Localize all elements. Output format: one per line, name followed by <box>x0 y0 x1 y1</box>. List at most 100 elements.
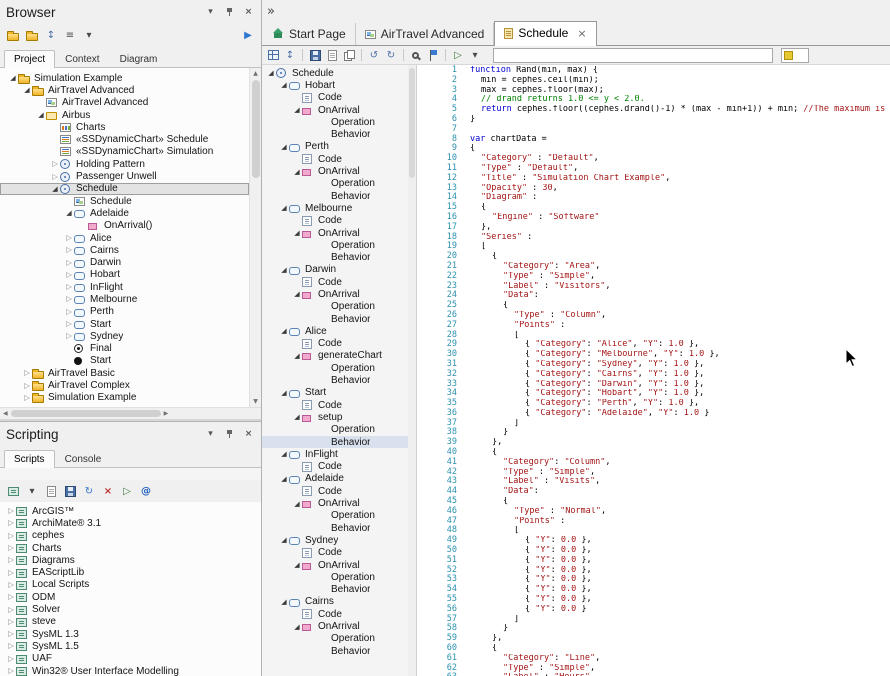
play-icon[interactable]: ▷ <box>451 48 465 63</box>
code-line[interactable]: 61"Category": "Line", <box>417 654 890 664</box>
structure-tree-item[interactable]: Operation <box>262 633 416 645</box>
expander-closed-icon[interactable]: ▷ <box>50 159 60 169</box>
expander-closed-icon[interactable]: ▷ <box>6 641 16 651</box>
code-line[interactable]: 53{ "Y": 0.0 }, <box>417 575 890 585</box>
structure-tree-item[interactable]: Behavior <box>262 313 416 325</box>
menu-dropdown-icon[interactable]: ▾ <box>82 28 96 43</box>
code-line[interactable]: 22"Type" : "Simple", <box>417 272 890 282</box>
script-group-item[interactable]: ▷Diagrams <box>0 554 261 566</box>
expander-open-icon[interactable]: ◢ <box>292 412 302 422</box>
console-icon[interactable]: @ <box>139 484 153 499</box>
browser-tree-item[interactable]: ◢Airbus <box>0 109 249 121</box>
expander-closed-icon[interactable]: ▷ <box>6 506 16 516</box>
expander-closed-icon[interactable]: ▷ <box>6 568 16 578</box>
code-line[interactable]: 5return cephes.floor((cephes.drand()-1) … <box>417 105 890 115</box>
code-line[interactable]: 51{ "Y": 0.0 }, <box>417 556 890 566</box>
close-icon[interactable]: × <box>242 428 255 441</box>
structure-tree-item[interactable]: Code <box>262 338 416 350</box>
expander-closed-icon[interactable]: ▷ <box>6 629 16 639</box>
code-line[interactable]: 17}, <box>417 223 890 233</box>
browser-tree-item[interactable]: ▷Cairns <box>0 244 249 256</box>
save-icon[interactable] <box>308 48 322 63</box>
structure-tree-item[interactable]: Behavior <box>262 190 416 202</box>
script-group-item[interactable]: ▷ArchiMate® 3.1 <box>0 517 261 529</box>
expander-open-icon[interactable]: ◢ <box>292 228 302 238</box>
dropdown-icon[interactable]: ▾ <box>25 484 39 499</box>
script-group-item[interactable]: ▷ODM <box>0 591 261 603</box>
expander-closed-icon[interactable]: ▷ <box>64 245 74 255</box>
scrollbar-thumb[interactable] <box>252 80 260 178</box>
browser-tree-item[interactable]: Final <box>0 343 249 355</box>
structure-tree-item[interactable]: ◢OnArrival <box>262 497 416 509</box>
expander-closed-icon[interactable]: ▷ <box>64 294 74 304</box>
code-line[interactable]: 32{ "Category": "Cairns", "Y": 1.0 }, <box>417 370 890 380</box>
expander-open-icon[interactable]: ◢ <box>292 289 302 299</box>
scroll-right-icon[interactable]: ▶ <box>164 410 169 417</box>
structure-tree-item[interactable]: Behavior <box>262 251 416 263</box>
expander-closed-icon[interactable]: ▷ <box>6 592 16 602</box>
new-group-icon[interactable] <box>6 484 20 499</box>
browser-tree-item[interactable]: ◢Schedule <box>0 183 249 195</box>
structure-tree-item[interactable]: Behavior <box>262 645 416 657</box>
browser-tree-item[interactable]: ▷InFlight <box>0 281 249 293</box>
expander-open-icon[interactable]: ◢ <box>279 474 289 484</box>
expander-open-icon[interactable]: ◢ <box>292 622 302 632</box>
scripting-tab-console[interactable]: Console <box>55 450 112 468</box>
code-line[interactable]: 36{ "Category": "Adelaide", "Y": 1.0 } <box>417 409 890 419</box>
new-package-icon[interactable] <box>25 28 39 43</box>
browser-tree-item[interactable]: Schedule <box>0 195 249 207</box>
expander-closed-icon[interactable]: ▷ <box>22 393 32 403</box>
find-icon[interactable] <box>409 48 423 63</box>
code-line[interactable]: 28[ <box>417 331 890 341</box>
expander-closed-icon[interactable]: ▷ <box>6 555 16 565</box>
code-line[interactable]: 9{ <box>417 144 890 154</box>
close-icon[interactable]: × <box>242 6 255 19</box>
structure-tree-item[interactable]: Operation <box>262 571 416 583</box>
structure-tree-item[interactable]: ◢OnArrival <box>262 104 416 116</box>
options-icon[interactable]: ▾ <box>468 48 482 63</box>
structure-tree-item[interactable]: Code <box>262 215 416 227</box>
browser-tree-item[interactable]: ◢Adelaide <box>0 207 249 219</box>
expander-open-icon[interactable]: ◢ <box>22 85 32 95</box>
browser-tree-item[interactable]: «SSDynamicChart» Schedule <box>0 133 249 145</box>
code-line[interactable]: 34{ "Category": "Hobart", "Y": 1.0 }, <box>417 389 890 399</box>
expander-open-icon[interactable]: ◢ <box>64 208 74 218</box>
structure-tree-item[interactable]: ◢generateChart <box>262 350 416 362</box>
expander-open-icon[interactable]: ◢ <box>279 265 289 275</box>
script-group-item[interactable]: ▷UAF <box>0 653 261 665</box>
model-forward-icon[interactable]: ▶ <box>241 28 255 43</box>
code-line[interactable]: 30{ "Category": "Melbourne", "Y": 1.0 }, <box>417 350 890 360</box>
sort-icon[interactable]: ↕ <box>283 48 297 63</box>
browser-tree-item[interactable]: ▷AirTravel Basic <box>0 367 249 379</box>
expander-closed-icon[interactable]: ▷ <box>6 531 16 541</box>
structure-tree-item[interactable]: ◢OnArrival <box>262 559 416 571</box>
browser-tree-item[interactable]: Start <box>0 355 249 367</box>
code-line[interactable]: 21"Category": "Area", <box>417 262 890 272</box>
navigate-icon[interactable]: ↕ <box>44 28 58 43</box>
browser-tree-item[interactable]: ▷Hobart <box>0 269 249 281</box>
browser-tree-item[interactable]: «SSDynamicChart» Simulation <box>0 146 249 158</box>
outline-scrollbar[interactable] <box>408 65 416 676</box>
structure-tree-item[interactable]: Code <box>262 608 416 620</box>
expander-closed-icon[interactable]: ▷ <box>64 258 74 268</box>
code-line[interactable]: 49{ "Y": 0.0 }, <box>417 536 890 546</box>
code-line[interactable]: 14"Diagram" : <box>417 193 890 203</box>
code-line[interactable]: 27"Points" : <box>417 321 890 331</box>
code-line[interactable]: 12"Title" : "Simulation Chart Example", <box>417 174 890 184</box>
code-line[interactable]: 44"Data": <box>417 487 890 497</box>
code-line[interactable]: 33{ "Category": "Darwin", "Y": 1.0 }, <box>417 380 890 390</box>
structure-tree-item[interactable]: ◢Start <box>262 387 416 399</box>
browser-tab-context[interactable]: Context <box>55 50 109 68</box>
script-group-item[interactable]: ▷Win32® User Interface Modelling <box>0 665 261 676</box>
code-line[interactable]: 55{ "Y": 0.0 }, <box>417 595 890 605</box>
code-line[interactable]: 58} <box>417 624 890 634</box>
script-group-item[interactable]: ▷SysML 1.3 <box>0 628 261 640</box>
structure-tree-item[interactable]: Operation <box>262 239 416 251</box>
close-tab-icon[interactable]: × <box>577 27 586 40</box>
structure-tree-item[interactable]: Operation <box>262 510 416 522</box>
code-line[interactable]: 59}, <box>417 634 890 644</box>
browser-tree-item[interactable]: ◢AirTravel Advanced <box>0 84 249 96</box>
code-line[interactable]: 19[ <box>417 242 890 252</box>
new-script-icon[interactable] <box>44 484 58 499</box>
expander-closed-icon[interactable]: ▷ <box>6 580 16 590</box>
